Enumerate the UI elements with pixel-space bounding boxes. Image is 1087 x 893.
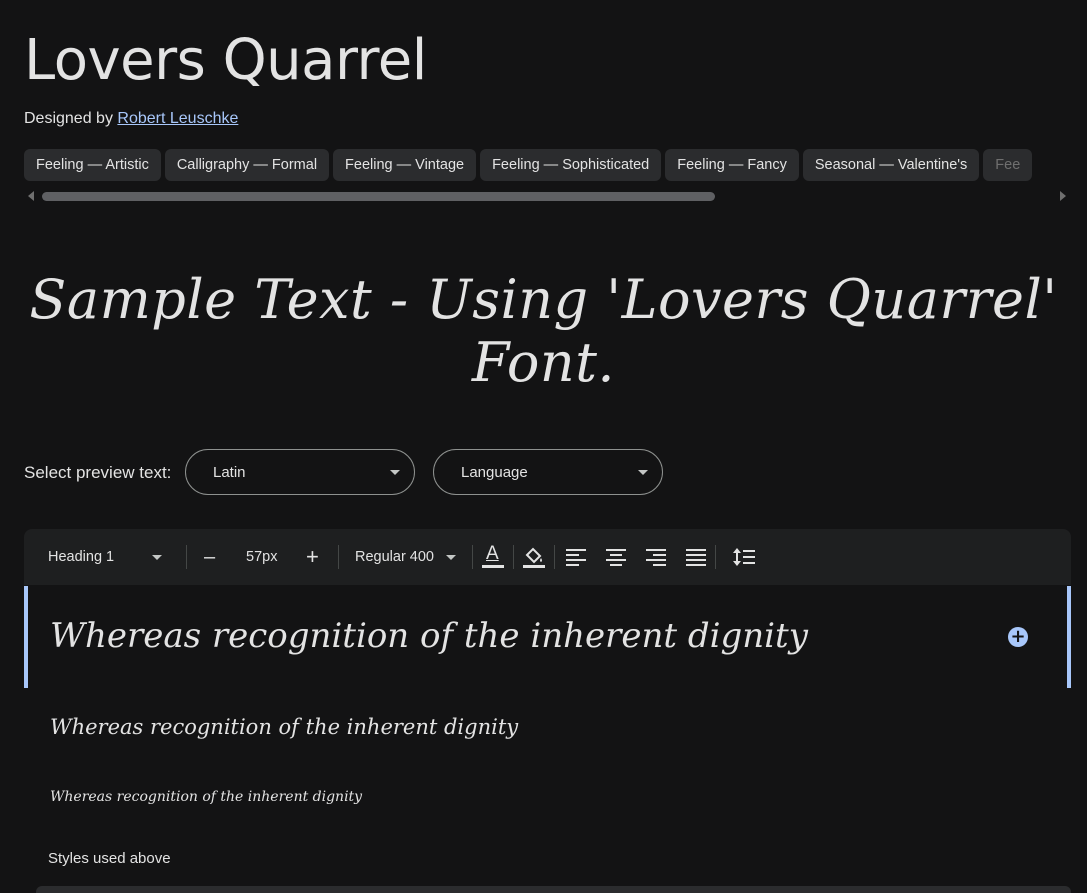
scroll-right-arrow-icon[interactable] [1060,191,1066,201]
styles-used-heading: Styles used above [48,850,171,867]
sample-text-medium[interactable]: Whereas recognition of the inherent dign… [24,706,1071,748]
sample-text-heading-1[interactable]: Whereas recognition of the inherent dign… [24,586,1071,688]
type-tester-toolbar: Heading 1 – 57px + Regular 400 A [24,529,1071,585]
align-center-button[interactable] [604,545,628,569]
scroll-left-arrow-icon[interactable] [28,191,34,201]
language-select-value: Language [461,464,528,481]
dropdown-caret-icon [446,555,456,560]
paint-bucket-icon [523,547,545,568]
align-justify-icon [686,549,706,566]
designed-by-label: Designed by [24,110,113,127]
dropdown-caret-icon [638,470,648,475]
align-right-button[interactable] [644,545,668,569]
align-right-icon [646,549,666,566]
hero-sample-text: Sample Text - Using 'Lovers Quarrel' Fon… [29,268,1058,394]
tag-chip[interactable]: Calligraphy — Formal [164,149,330,181]
add-style-button[interactable]: + [1008,627,1028,647]
font-weight-select[interactable]: Regular 400 [355,529,460,585]
toolbar-divider [472,545,473,569]
dropdown-caret-icon [152,555,162,560]
tag-chip[interactable]: Feeling — Sophisticated [480,149,662,181]
styles-panel-edge [36,886,1071,893]
script-select[interactable]: Latin [185,449,415,495]
tag-chip[interactable]: Feeling — Artistic [24,149,161,181]
toolbar-divider [513,545,514,569]
align-left-button[interactable] [564,545,588,569]
highlight-color-button[interactable] [522,545,546,569]
increase-size-button[interactable]: + [306,529,319,585]
font-weight-value: Regular 400 [355,549,434,565]
font-size-value[interactable]: 57px [246,529,277,585]
decrease-size-button[interactable]: – [204,529,215,585]
language-select[interactable]: Language [433,449,663,495]
script-select-value: Latin [213,464,246,481]
text-color-icon: A [486,543,499,564]
toolbar-divider [338,545,339,569]
text-style-value: Heading 1 [48,549,115,565]
toolbar-divider [554,545,555,569]
tags-scrollbar-thumb[interactable] [42,192,715,201]
tag-chip[interactable]: Seasonal — Valentine's [802,149,980,181]
tag-chip[interactable]: Feeling — Fancy [665,149,799,181]
line-height-icon [733,548,755,566]
align-center-icon [606,549,626,566]
font-title: Lovers Quarrel [24,28,427,93]
tag-chip[interactable]: Fee [983,149,1033,181]
toolbar-divider [715,545,716,569]
toolbar-divider [186,545,187,569]
dropdown-caret-icon [390,470,400,475]
tag-list: Feeling — Artistic Calligraphy — Formal Fe… [24,149,1087,183]
tag-chip[interactable]: Feeling — Vintage [333,149,477,181]
line-height-button[interactable] [732,545,756,569]
designer-link[interactable]: Robert Leuschke [117,110,238,127]
align-justify-button[interactable] [684,545,708,569]
text-color-swatch [482,565,504,568]
text-color-button[interactable]: A [481,543,505,569]
align-left-icon [566,549,586,566]
sample-text-small[interactable]: Whereas recognition of the inherent dign… [24,782,1071,812]
designer-line: Designed by Robert Leuschke [24,110,238,128]
text-style-select[interactable]: Heading 1 [48,529,178,585]
preview-text-label: Select preview text: [24,463,172,482]
